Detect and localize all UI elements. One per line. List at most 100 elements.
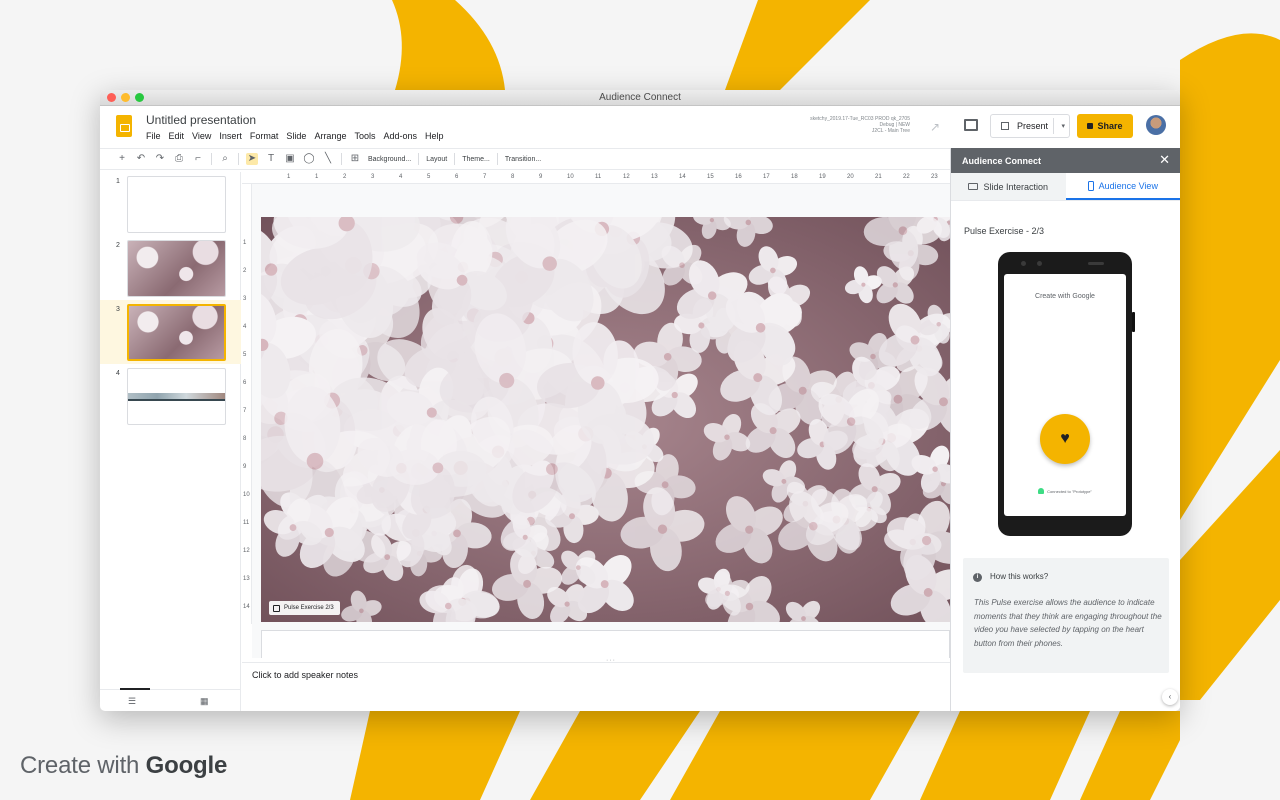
toolbar-divider <box>211 153 212 165</box>
grid-view-icon[interactable]: ▦ <box>200 696 209 707</box>
pulse-exercise-badge[interactable]: Pulse Exercise 2/3 <box>269 601 340 615</box>
activity-trend-icon[interactable]: ↗ <box>930 120 940 134</box>
insert-comment-icon[interactable]: ⊞ <box>349 153 361 165</box>
phone-preview: Create with Google ♥ Connected to "Proto… <box>998 252 1135 536</box>
ruler-tick: 5 <box>427 174 431 180</box>
ruler-tick: 9 <box>539 174 543 180</box>
slide-thumbnail-2[interactable]: 2 <box>100 236 241 300</box>
image-icon[interactable]: ▣ <box>284 153 296 165</box>
line-icon[interactable]: ╲ <box>322 153 334 165</box>
shape-icon[interactable]: ◯ <box>303 153 315 165</box>
menu-help[interactable]: Help <box>425 131 444 141</box>
ruler-tick: 1 <box>287 174 291 180</box>
speaker-notes-placeholder: Click to add speaker notes <box>252 670 359 680</box>
ruler-tick: 12 <box>243 548 250 554</box>
ruler-tick: 14 <box>679 174 686 180</box>
new-slide-icon[interactable]: + <box>116 153 128 165</box>
layout-button[interactable]: Layout <box>426 156 447 163</box>
background-button[interactable]: Background... <box>368 156 411 163</box>
menu-insert[interactable]: Insert <box>219 131 242 141</box>
how-it-works-title: How this works? <box>990 572 1049 581</box>
toolbar-divider <box>238 153 239 165</box>
window-title: Audience Connect <box>599 92 681 103</box>
ruler-tick: 15 <box>707 174 714 180</box>
brand-prefix: Create with <box>20 752 146 779</box>
redo-icon[interactable]: ↷ <box>154 153 166 165</box>
close-icon[interactable]: ✕ <box>1159 153 1170 166</box>
menu-edit[interactable]: Edit <box>169 131 185 141</box>
present-button[interactable]: Present ▾ <box>990 114 1070 138</box>
ruler-tick: 2 <box>243 268 247 274</box>
paint-format-icon[interactable]: ⌐ <box>192 153 204 165</box>
how-it-works-text: This Pulse exercise allows the audience … <box>974 598 1162 648</box>
ruler-tick: 3 <box>243 296 247 302</box>
text-box-icon[interactable]: T <box>265 153 277 165</box>
collapse-panel-icon[interactable]: ‹ <box>1162 689 1178 705</box>
undo-icon[interactable]: ↶ <box>135 153 147 165</box>
select-cursor-icon[interactable]: ➤ <box>246 153 258 165</box>
speaker-notes[interactable]: ··· Click to add speaker notes <box>242 657 950 711</box>
avatar[interactable] <box>1146 115 1166 135</box>
present-dropdown-icon[interactable]: ▾ <box>1061 122 1065 130</box>
slide-thumbnail-3[interactable]: 3 <box>100 300 241 364</box>
ruler-tick: 4 <box>243 324 247 330</box>
slide-thumbnail-4[interactable]: 4 <box>100 364 241 428</box>
laptop-icon <box>968 183 979 190</box>
present-label: Present <box>1017 121 1049 131</box>
zoom-icon[interactable]: ⌕ <box>219 153 231 165</box>
share-label: Share <box>1097 121 1123 131</box>
menu-tools[interactable]: Tools <box>354 131 375 141</box>
ruler-tick: 21 <box>875 174 882 180</box>
ruler-tick: 22 <box>903 174 910 180</box>
current-slide[interactable]: Pulse Exercise 2/3 <box>261 217 950 622</box>
ruler-tick: 13 <box>651 174 658 180</box>
phone-speaker <box>1088 262 1104 265</box>
print-icon[interactable]: ⎙ <box>173 153 185 165</box>
filmstrip-view-icon[interactable]: ☰ <box>119 688 151 707</box>
menu-arrange[interactable]: Arrange <box>314 131 346 141</box>
tab-label: Audience View <box>1098 180 1158 191</box>
filmstrip-view-tabs: ☰ ▦ <box>100 688 241 711</box>
audience-connect-panel: Audience Connect ✕ Slide Interaction Aud… <box>950 148 1180 711</box>
theme-button[interactable]: Theme... <box>462 156 490 163</box>
exercise-label: Pulse Exercise - 2/3 <box>964 226 1045 236</box>
comments-icon[interactable] <box>964 119 978 131</box>
heart-icon: ♥ <box>1060 430 1070 447</box>
menu-file[interactable]: File <box>146 131 161 141</box>
thumbnail-video <box>127 368 226 425</box>
menu-format[interactable]: Format <box>250 131 279 141</box>
document-title[interactable]: Untitled presentation <box>146 113 256 127</box>
ruler-tick: 20 <box>847 174 854 180</box>
phone-camera <box>1021 261 1026 266</box>
share-button[interactable]: Share <box>1077 114 1133 138</box>
phone-screen: Create with Google ♥ Connected to "Proto… <box>1004 274 1126 516</box>
slides-logo-icon[interactable] <box>116 115 132 137</box>
tab-audience-view[interactable]: Audience View <box>1065 173 1180 200</box>
build-info-line: J2CL - Main Tree <box>871 128 910 134</box>
menu-slide[interactable]: Slide <box>286 131 306 141</box>
ruler-tick: 16 <box>735 174 742 180</box>
menu-view[interactable]: View <box>192 131 211 141</box>
lock-icon <box>1087 123 1094 129</box>
toolbar-divider <box>341 153 342 165</box>
slide-thumbnail-1[interactable]: 1 <box>100 172 241 236</box>
video-progress-strip <box>128 399 225 401</box>
resize-handle[interactable]: ··· <box>606 657 616 664</box>
ruler-tick: 3 <box>371 174 375 180</box>
tab-slide-interaction[interactable]: Slide Interaction <box>951 173 1066 200</box>
ruler-tick: 11 <box>243 520 250 526</box>
connection-label: Connected to "Prototype" <box>1047 488 1092 494</box>
heart-button[interactable]: ♥ <box>1040 414 1090 464</box>
ruler-tick: 1 <box>315 174 319 180</box>
pulse-exercise-label: Pulse Exercise 2/3 <box>284 605 334 611</box>
menu-addons[interactable]: Add-ons <box>383 131 417 141</box>
ruler-tick: 1 <box>243 240 247 246</box>
ruler-tick: 10 <box>567 174 574 180</box>
transition-button[interactable]: Transition... <box>505 156 541 163</box>
ruler-tick: 9 <box>243 464 247 470</box>
slide-number: 4 <box>116 370 120 377</box>
ruler-tick: 5 <box>243 352 247 358</box>
ruler-tick: 8 <box>243 436 247 442</box>
app-header: Untitled presentation File Edit View Ins… <box>100 106 1180 146</box>
toolbar: + ↶ ↷ ⎙ ⌐ ⌕ ➤ T ▣ ◯ ╲ ⊞ Background... La… <box>100 148 950 170</box>
